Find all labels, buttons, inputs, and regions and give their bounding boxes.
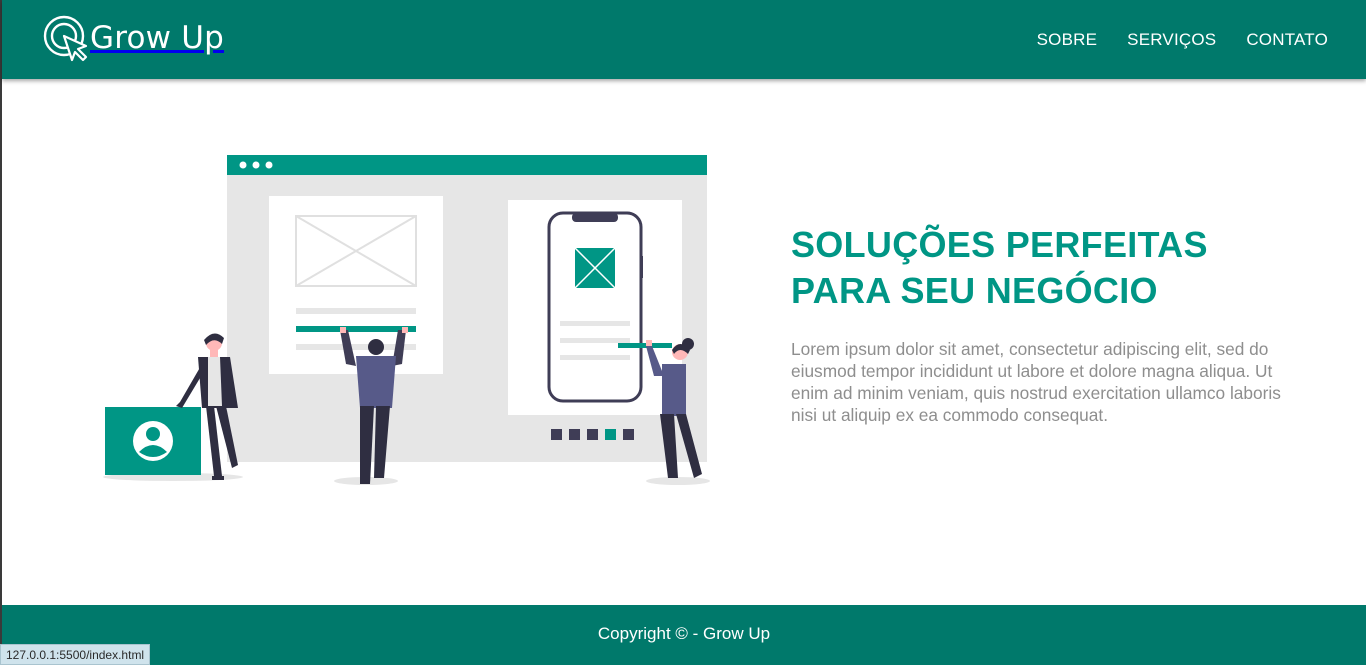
hero-description: Lorem ipsum dolor sit amet, consectetur … bbox=[791, 339, 1281, 425]
cursor-click-icon bbox=[42, 10, 94, 66]
window-edge bbox=[0, 0, 2, 665]
site-header: Grow Up SOBRE SERVIÇOS CONTATO bbox=[2, 0, 1366, 79]
status-bar-url: 127.0.0.1:5500/index.html bbox=[0, 644, 151, 665]
nav-link-servicos[interactable]: SERVIÇOS bbox=[1127, 30, 1216, 50]
site-footer: Copyright © - Grow Up bbox=[2, 605, 1366, 665]
hero-section: SOLUÇÕES PERFEITAS PARA SEU NEGÓCIO Lore… bbox=[791, 222, 1311, 426]
brand-logo-link[interactable]: Grow Up bbox=[42, 10, 224, 66]
brand-name: Grow Up bbox=[90, 20, 225, 56]
hero-title: SOLUÇÕES PERFEITAS PARA SEU NEGÓCIO bbox=[791, 222, 1311, 314]
main-nav: SOBRE SERVIÇOS CONTATO bbox=[1037, 30, 1328, 50]
nav-link-contato[interactable]: CONTATO bbox=[1246, 30, 1328, 50]
hero-title-line-2: PARA SEU NEGÓCIO bbox=[791, 270, 1158, 311]
hero-title-line-1: SOLUÇÕES PERFEITAS bbox=[791, 224, 1208, 265]
hero-illustration bbox=[98, 150, 718, 500]
nav-link-sobre[interactable]: SOBRE bbox=[1037, 30, 1098, 50]
copyright-text: Copyright © - Grow Up bbox=[597, 624, 771, 643]
